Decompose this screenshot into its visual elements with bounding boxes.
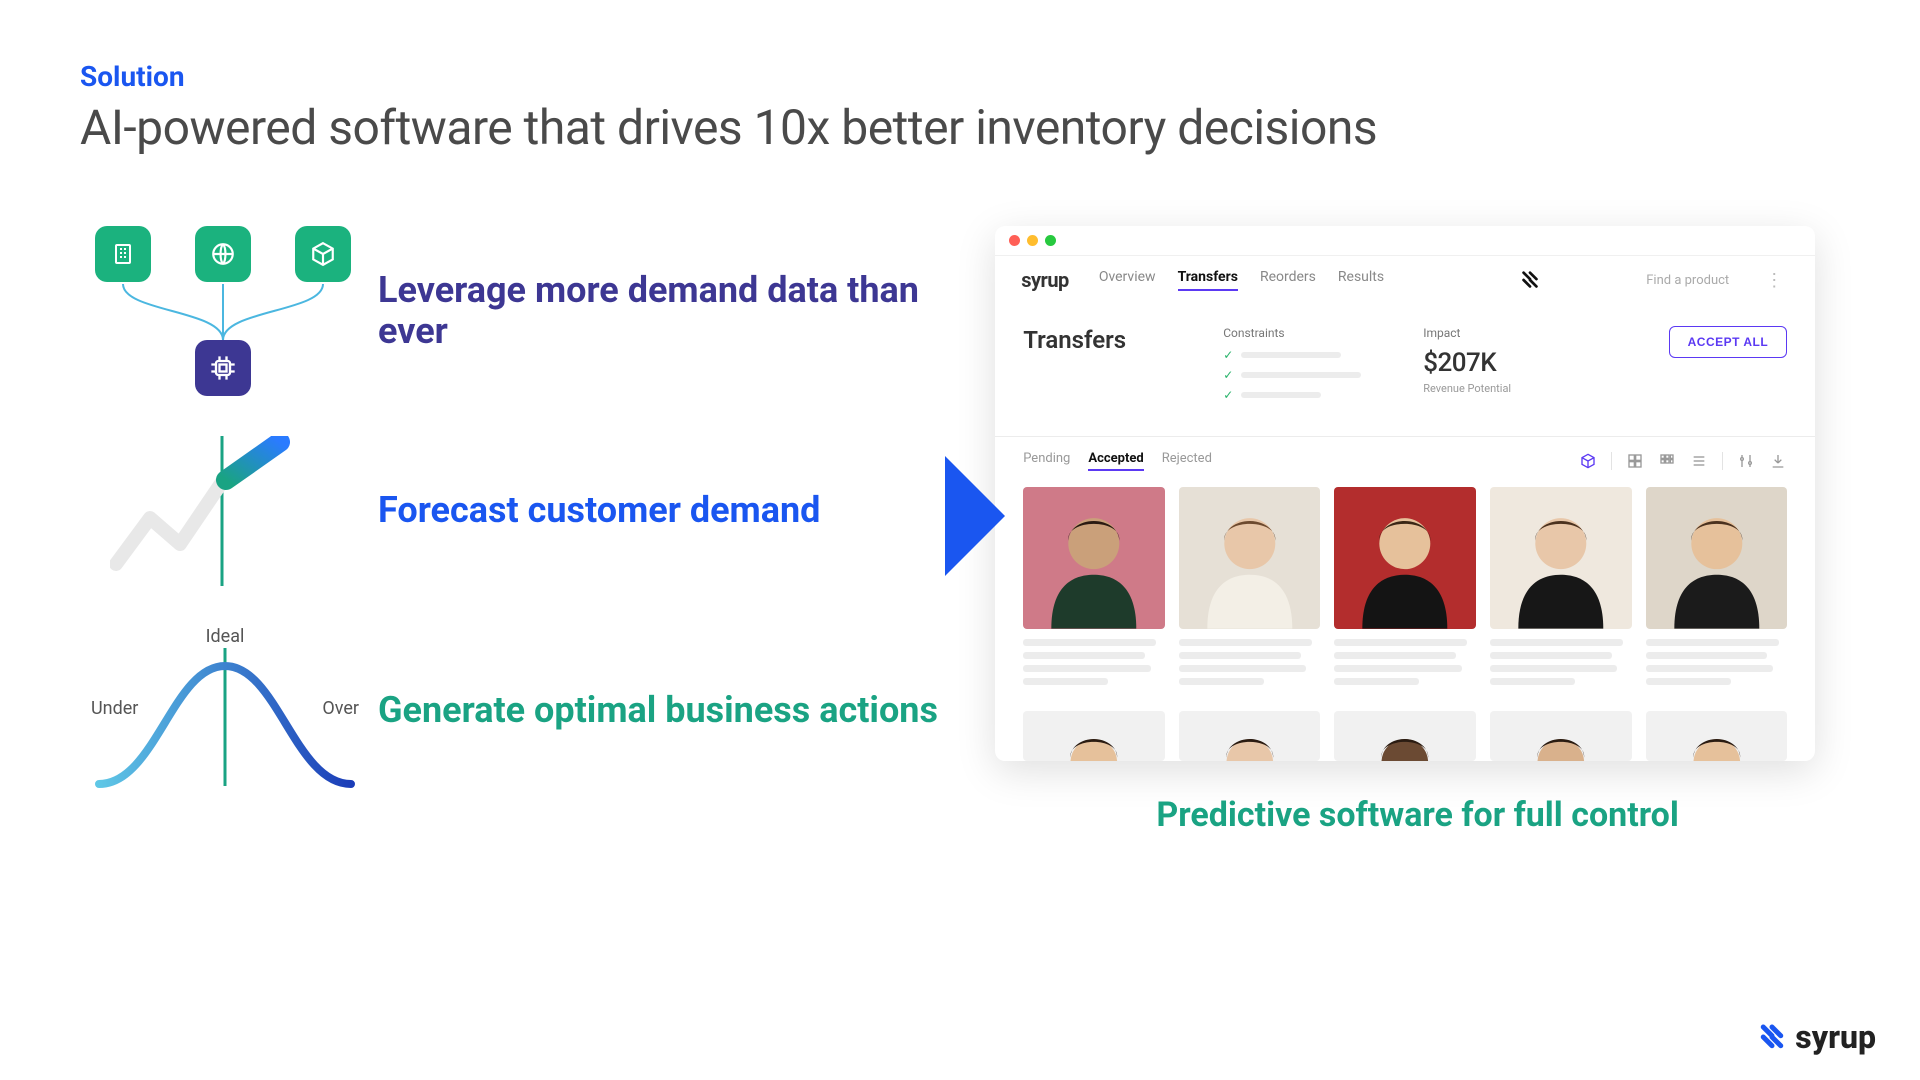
product-placeholder-text <box>1646 639 1788 685</box>
window-close-icon[interactable] <box>1009 235 1020 246</box>
brand-footer: syrup <box>1757 1018 1876 1056</box>
feature-leverage-text: Leverage more demand data than ever <box>370 270 975 353</box>
nav-transfers[interactable]: Transfers <box>1178 269 1238 291</box>
search-input[interactable]: Find a product <box>1646 273 1729 288</box>
product-placeholder-text <box>1334 639 1476 685</box>
page-title: Transfers <box>1023 326 1183 354</box>
product-image <box>1334 487 1476 629</box>
product-card[interactable] <box>1490 711 1632 761</box>
sliders-icon[interactable] <box>1737 452 1755 470</box>
app-window: syrup Overview Transfers Reorders Result… <box>995 226 1815 761</box>
product-image <box>1023 487 1165 629</box>
product-placeholder-text <box>1023 639 1165 685</box>
bell-ideal-label: Ideal <box>206 626 245 647</box>
check-icon: ✓ <box>1223 348 1233 362</box>
product-card[interactable] <box>1179 711 1321 761</box>
window-titlebar <box>995 226 1815 256</box>
impact-value: $207K <box>1423 348 1511 378</box>
status-tabs: Pending Accepted Rejected <box>1023 451 1212 471</box>
product-card[interactable] <box>1334 711 1476 761</box>
download-icon[interactable] <box>1769 452 1787 470</box>
bell-over-label: Over <box>322 698 359 719</box>
product-image <box>1490 487 1632 629</box>
arrow-right-icon <box>945 456 1005 576</box>
check-icon: ✓ <box>1223 388 1233 402</box>
window-minimize-icon[interactable] <box>1027 235 1038 246</box>
product-card[interactable] <box>1179 487 1321 691</box>
bottom-tagline: Predictive software for full control <box>995 795 1840 835</box>
impact-subtitle: Revenue Potential <box>1423 382 1511 395</box>
slide-eyebrow: Solution <box>80 60 1840 93</box>
product-image <box>1646 487 1788 629</box>
tab-pending[interactable]: Pending <box>1023 451 1070 471</box>
grid-large-icon[interactable] <box>1626 452 1644 470</box>
bell-under-label: Under <box>91 698 138 719</box>
feature-forecast-text: Forecast customer demand <box>370 490 820 531</box>
check-icon: ✓ <box>1223 368 1233 382</box>
product-image <box>1179 487 1321 629</box>
tab-accepted[interactable]: Accepted <box>1088 451 1143 471</box>
forecast-graphic <box>110 436 340 586</box>
product-placeholder-text <box>1179 639 1321 685</box>
list-icon[interactable] <box>1690 452 1708 470</box>
nav-results[interactable]: Results <box>1338 269 1384 291</box>
constraints-label: Constraints <box>1223 326 1383 340</box>
nav-overview[interactable]: Overview <box>1099 269 1156 291</box>
globe-icon <box>195 226 251 282</box>
product-card[interactable] <box>1646 711 1788 761</box>
more-menu-icon[interactable]: ⋮ <box>1759 270 1789 291</box>
impact-label: Impact <box>1423 326 1511 340</box>
data-sources-graphic <box>95 226 355 396</box>
grid-small-icon[interactable] <box>1658 452 1676 470</box>
brand-name: syrup <box>1795 1018 1876 1056</box>
tab-rejected[interactable]: Rejected <box>1162 451 1212 471</box>
view-tools <box>1579 452 1787 470</box>
building-icon <box>95 226 151 282</box>
accept-all-button[interactable]: ACCEPT ALL <box>1669 326 1788 358</box>
product-card[interactable] <box>1023 711 1165 761</box>
features-column: Leverage more demand data than ever <box>80 226 995 835</box>
slide-headline: AI-powered software that drives 10x bett… <box>80 99 1840 156</box>
cube-icon <box>295 226 351 282</box>
product-placeholder-text <box>1490 639 1632 685</box>
package-icon[interactable] <box>1579 452 1597 470</box>
feature-optimal-text: Generate optimal business actions <box>370 690 938 731</box>
product-card[interactable] <box>1646 487 1788 691</box>
app-nav: Overview Transfers Reorders Results <box>1099 269 1384 291</box>
bell-curve-graphic: Ideal Under Over <box>85 626 365 796</box>
app-logo: syrup <box>1021 268 1069 292</box>
window-zoom-icon[interactable] <box>1045 235 1056 246</box>
product-card[interactable] <box>1023 487 1165 691</box>
syrup-mark-icon <box>1444 269 1616 291</box>
nav-reorders[interactable]: Reorders <box>1260 269 1316 291</box>
chip-icon <box>195 340 251 396</box>
product-card[interactable] <box>1490 487 1632 691</box>
product-card[interactable] <box>1334 487 1476 691</box>
syrup-mark-icon <box>1757 1022 1787 1052</box>
